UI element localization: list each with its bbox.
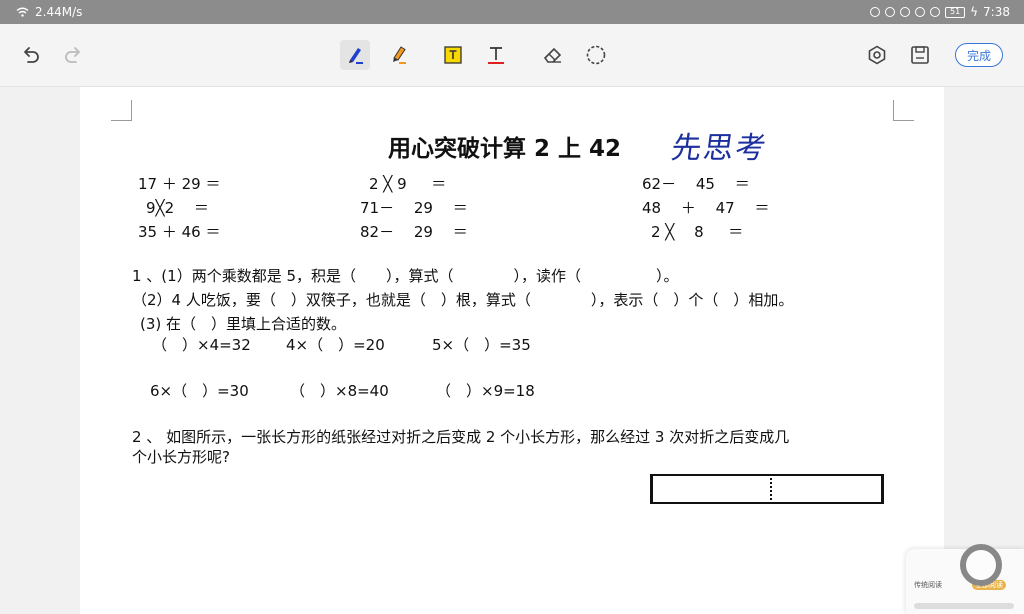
question-2-text-cont: 个小长方形呢? <box>132 448 230 466</box>
done-button[interactable]: 完成 <box>955 43 1003 67</box>
calc-item: 48 ＋ 47 ＝ <box>642 199 770 217</box>
calc-item: 17 ＋ 29 ＝ <box>138 175 221 193</box>
text-cursor-icon <box>488 47 504 64</box>
eraser-icon <box>543 47 562 63</box>
wifi-icon <box>16 7 29 17</box>
settings-button[interactable] <box>862 40 892 70</box>
mic-icon <box>915 7 926 17</box>
charging-icon: ϟ <box>970 5 979 19</box>
question-1-part-1: 1 、(1）两个乘数都是 5，积是（ ），算式（ ），读作（ ）。 <box>132 267 679 285</box>
highlighter-tool-button[interactable] <box>383 40 413 70</box>
widget-label-left: 传统阅读 <box>914 581 942 589</box>
network-speed: 2.44M/s <box>35 5 83 19</box>
highlighter-icon <box>393 46 406 64</box>
annotation-toolbar: 完成 <box>0 24 1024 87</box>
status-bar: 2.44M/s 51 ϟ 7:38 <box>0 0 1024 24</box>
undo-icon <box>24 47 39 63</box>
text-box-tool-button[interactable] <box>438 40 468 70</box>
text-tool-button[interactable] <box>481 40 511 70</box>
question-1-part-3: (3) 在（ ）里填上合适的数。 <box>140 315 347 333</box>
alarm-icon <box>885 7 896 17</box>
widget-preview <box>914 603 1014 609</box>
lasso-tool-button[interactable] <box>581 40 611 70</box>
handwritten-annotation: 先思考 <box>669 131 770 166</box>
fill-item: 5×（ ）=35 <box>432 336 531 354</box>
calc-item: 35 ＋ 46 ＝ <box>138 223 221 241</box>
calc-item: 82－ 29 ＝ <box>360 223 468 241</box>
fill-item: 4×（ ）=20 <box>286 336 385 354</box>
fill-item: （ ）×8=40 <box>290 382 389 400</box>
folded-paper-diagram <box>650 474 884 504</box>
settings-icon <box>868 45 886 65</box>
calc-item: 2 ╳ 8 ＝ <box>651 223 744 241</box>
floating-assistant-icon[interactable] <box>960 544 1002 586</box>
calc-item: 62－ 45 ＝ <box>642 175 750 193</box>
save-icon <box>911 46 929 64</box>
calc-item: 9╳2 ＝ <box>146 199 209 217</box>
lasso-icon <box>586 45 606 65</box>
question-2-text: 2 、 如图所示，一张长方形的纸张经过对折之后变成 2 个小长方形，那么经过 3… <box>132 428 790 446</box>
crop-mark <box>893 100 914 121</box>
bluetooth-icon <box>900 7 911 17</box>
fill-item: （ ）×4=32 <box>152 336 251 354</box>
eraser-tool-button[interactable] <box>538 40 568 70</box>
eye-icon <box>870 7 881 17</box>
redo-button[interactable] <box>58 40 88 70</box>
text-box-icon <box>444 46 462 64</box>
mute-icon <box>930 7 941 17</box>
document-page: 用心突破计算 2 上 42 先思考 17 ＋ 29 ＝ 2 ╳ 9 ＝ 62－ … <box>80 87 944 614</box>
fold-line <box>770 474 772 504</box>
save-button[interactable] <box>905 40 935 70</box>
fill-item: （ ）×9=18 <box>436 382 535 400</box>
question-1-part-2: （2）4 人吃饭，要（ ）双筷子，也就是（ ）根，算式（ ），表示（ ）个（ ）… <box>132 291 794 309</box>
clock: 7:38 <box>983 5 1010 19</box>
battery-icon: 51 <box>945 6 966 18</box>
crop-mark <box>111 100 132 121</box>
fill-item: 6×（ ）=30 <box>150 382 249 400</box>
calc-item: 71－ 29 ＝ <box>360 199 468 217</box>
worksheet-title: 用心突破计算 2 上 42 <box>388 136 622 162</box>
redo-icon <box>65 47 80 63</box>
calc-item: 2 ╳ 9 ＝ <box>369 175 447 193</box>
pen-icon <box>349 48 363 64</box>
undo-button[interactable] <box>16 40 46 70</box>
pen-tool-button[interactable] <box>340 40 370 70</box>
